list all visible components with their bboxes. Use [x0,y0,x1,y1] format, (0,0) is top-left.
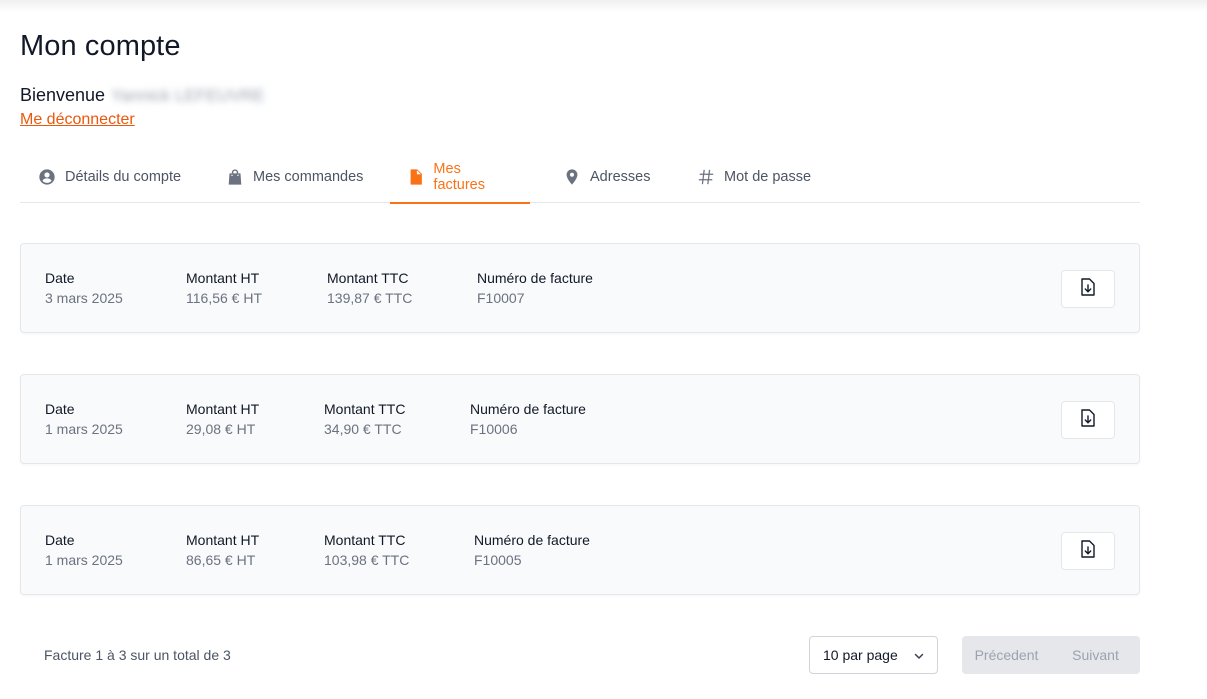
amount-ttc-value: 139,87 € TTC [327,290,413,306]
amount-ht-value: 29,08 € HT [186,421,256,437]
logout-link[interactable]: Me déconnecter [20,111,135,129]
invoice-number-value: F10007 [477,290,525,306]
invoice-amount-ttc: Montant TTC 139,87 € TTC [327,270,412,306]
document-icon [406,167,425,187]
invoice-amount-ttc: Montant TTC 34,90 € TTC [324,401,405,437]
date-value: 3 mars 2025 [45,290,123,306]
amount-ttc-label: Montant TTC [324,401,406,417]
invoice-date: Date 3 mars 2025 [45,270,123,306]
amount-ttc-value: 34,90 € TTC [324,421,402,437]
invoice-card: Date 1 mars 2025 Montant HT 86,65 € HT M… [20,505,1140,595]
tab-account-details[interactable]: Détails du compte [37,150,181,203]
tab-label: Mot de passe [724,168,812,185]
user-name: Yannick LEFEUVRE [111,85,265,105]
invoice-number-value: F10005 [474,552,522,568]
shopping-bag-icon [225,167,245,187]
download-invoice-button[interactable] [1061,270,1115,308]
invoice-number-label: Numéro de facture [477,270,593,286]
tab-invoices[interactable]: Mes factures [390,150,530,204]
next-page-button[interactable]: Suivant [1051,636,1140,674]
tab-password[interactable]: Mot de passe [696,150,811,203]
amount-ht-label: Montant HT [186,401,260,417]
download-invoice-button[interactable] [1061,401,1115,439]
amount-ht-label: Montant HT [186,532,260,548]
invoice-number-value: F10006 [470,421,518,437]
date-label: Date [45,532,75,548]
date-label: Date [45,401,75,417]
invoice-amount-ht: Montant HT 116,56 € HT [186,270,262,306]
chevron-down-icon [913,649,925,665]
invoice-amount-ttc: Montant TTC 103,98 € TTC [324,532,409,568]
tab-addresses[interactable]: Adresses [562,150,650,203]
date-label: Date [45,270,75,286]
welcome-line: Bienvenue Yannick LEFEUVRE [20,85,265,106]
pagination-controls: Précedent Suivant [962,636,1140,674]
document-download-icon [1080,277,1096,301]
invoice-date: Date 1 mars 2025 [45,401,123,437]
invoice-card: Date 1 mars 2025 Montant HT 29,08 € HT M… [20,374,1140,464]
hashtag-icon [696,167,716,187]
invoice-number: Numéro de facture F10006 [470,401,586,437]
invoice-number-label: Numéro de facture [470,401,586,417]
invoice-date: Date 1 mars 2025 [45,532,123,568]
user-circle-icon [37,167,57,187]
per-page-select[interactable]: 10 par page [809,636,938,674]
page-title: Mon compte [20,30,181,62]
tab-label: Détails du compte [65,168,182,185]
map-pin-icon [562,167,582,187]
amount-ttc-label: Montant TTC [327,270,409,286]
date-value: 1 mars 2025 [45,552,123,568]
welcome-label: Bienvenue [20,85,106,105]
document-download-icon [1080,408,1096,432]
account-tabs: Détails du compte Mes commandes Mes fact… [20,150,1140,204]
invoice-card: Date 3 mars 2025 Montant HT 116,56 € HT … [20,243,1140,333]
per-page-value: 10 par page [823,647,898,663]
amount-ht-label: Montant HT [186,270,260,286]
tab-label: Mes factures [433,160,486,193]
tab-label: Mes commandes [253,168,364,185]
tab-orders[interactable]: Mes commandes [225,150,363,203]
amount-ht-value: 116,56 € HT [186,290,263,306]
amount-ht-value: 86,65 € HT [186,552,256,568]
top-shadow [0,0,1207,12]
date-value: 1 mars 2025 [45,421,123,437]
download-invoice-button[interactable] [1061,532,1115,570]
amount-ttc-value: 103,98 € TTC [324,552,410,568]
tab-label: Adresses [590,168,651,185]
invoice-number: Numéro de facture F10007 [477,270,593,306]
previous-page-button[interactable]: Précedent [962,636,1051,674]
invoice-amount-ht: Montant HT 29,08 € HT [186,401,259,437]
amount-ttc-label: Montant TTC [324,532,406,548]
invoice-amount-ht: Montant HT 86,65 € HT [186,532,259,568]
invoice-number: Numéro de facture F10005 [474,532,590,568]
document-download-icon [1080,539,1096,563]
invoice-number-label: Numéro de facture [474,532,590,548]
pagination-summary: Facture 1 à 3 sur un total de 3 [44,647,231,663]
